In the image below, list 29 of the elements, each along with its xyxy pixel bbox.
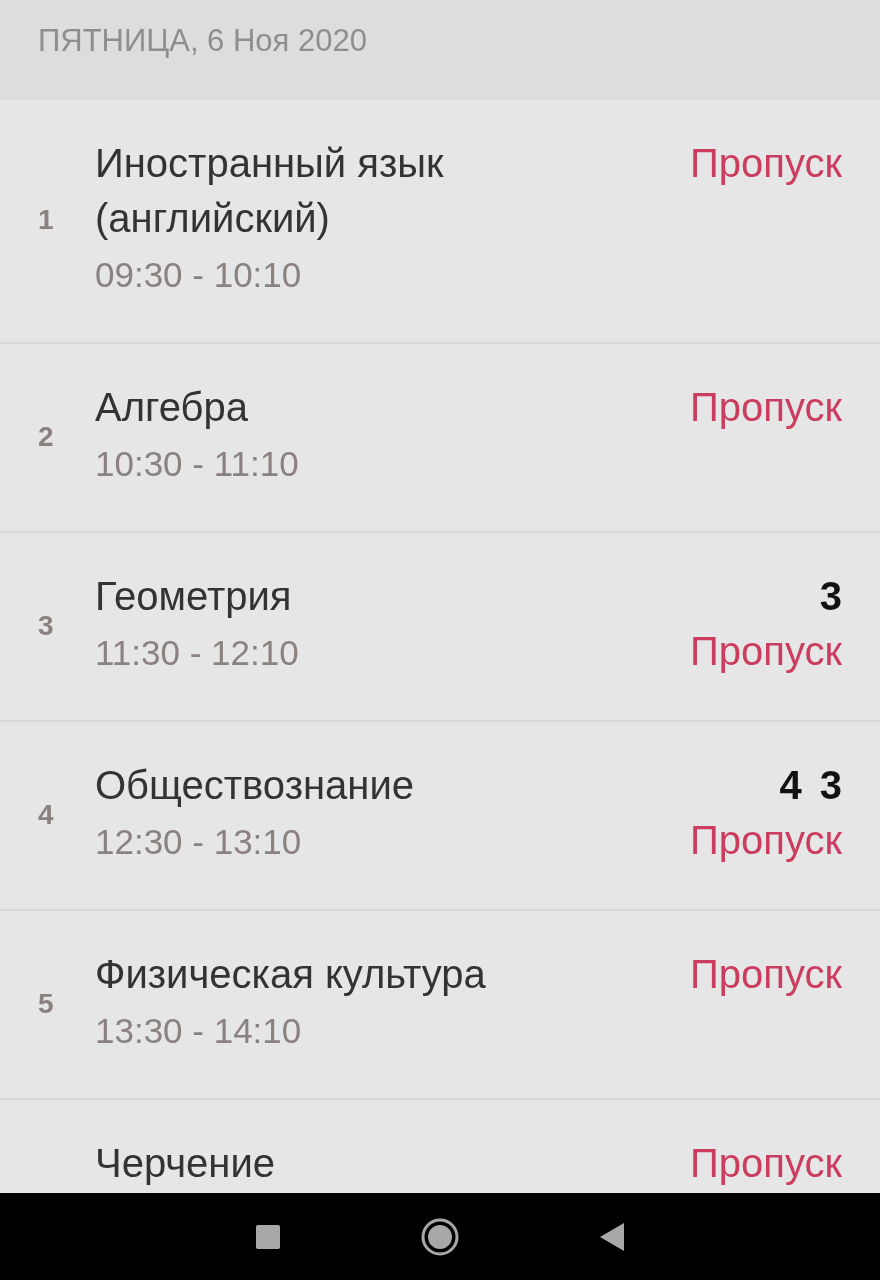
lesson-number: 3 <box>38 609 55 642</box>
recents-icon[interactable] <box>255 1223 281 1250</box>
lesson-number: 4 <box>38 798 55 831</box>
subject-name: Алгебра <box>95 384 249 431</box>
lesson-number: 1 <box>38 204 55 236</box>
subject-name: Черчение <box>95 1140 277 1187</box>
lesson-time: 11:30 - 12:10 <box>95 632 300 674</box>
lesson-time: 10:30 - 11:10 <box>95 443 300 485</box>
day-title: ПЯТНИЦА, 6 Ноя 2020 <box>38 23 367 60</box>
absence-label: Пропуск <box>690 140 842 187</box>
subject-name: Иностранный язык (английский) <box>95 140 445 242</box>
grade: 3 <box>819 573 842 620</box>
lesson-number: 2 <box>38 420 55 453</box>
subject-name: Обществознание <box>95 762 415 809</box>
absence-label: Пропуск <box>690 817 842 864</box>
absence-label: Пропуск <box>690 1140 842 1187</box>
absence-label: Пропуск <box>690 951 842 998</box>
grade: 3 <box>819 762 842 809</box>
home-icon[interactable] <box>421 1217 459 1256</box>
lesson-number: 5 <box>38 987 55 1020</box>
subject-name: Физическая культура <box>95 951 487 998</box>
back-icon[interactable] <box>599 1221 625 1252</box>
subject-name: Геометрия <box>95 573 293 620</box>
lesson-time: 09:30 - 10:10 <box>95 254 303 296</box>
absence-label: Пропуск <box>690 384 842 431</box>
grade: 4 <box>779 762 802 809</box>
lesson-time: 13:30 - 14:10 <box>95 1010 303 1052</box>
lesson-time: 12:30 - 13:10 <box>95 821 303 863</box>
absence-label: Пропуск <box>690 628 842 675</box>
